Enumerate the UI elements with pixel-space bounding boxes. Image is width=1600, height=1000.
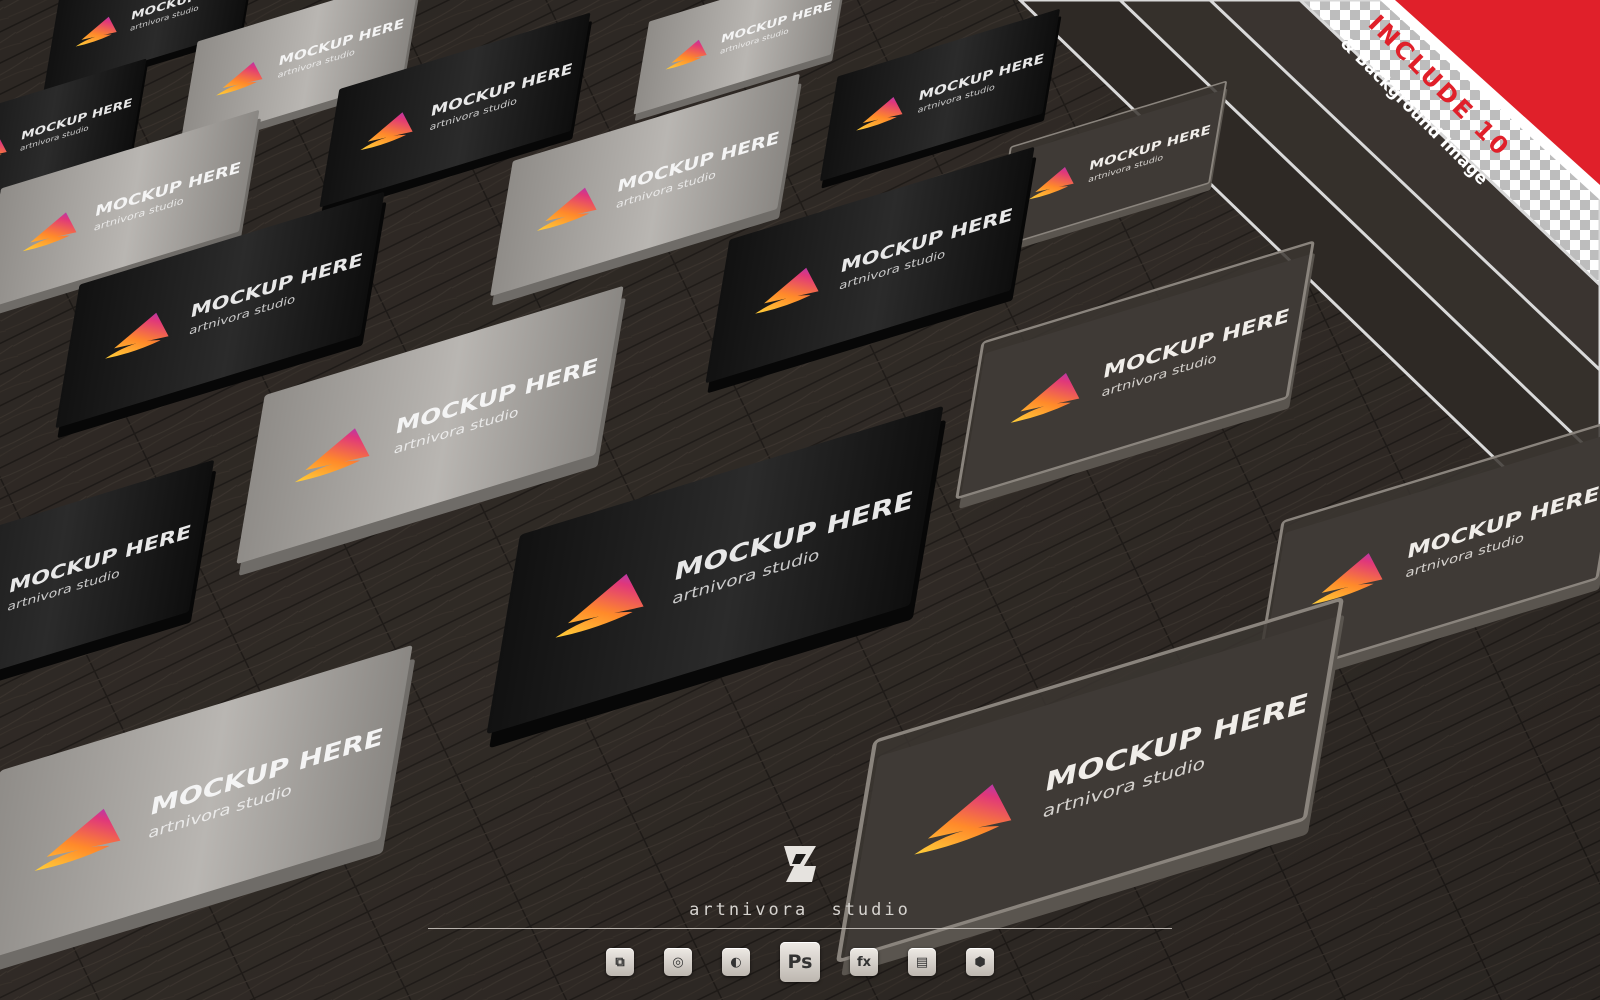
cube-3d-icon: ⬢ — [966, 948, 994, 976]
brand-divider — [428, 928, 1172, 929]
smart-object-icon: ⧉ — [606, 948, 634, 976]
brand-logo — [0, 840, 1600, 888]
effects-icon: fx — [850, 948, 878, 976]
feature-toolbar: ⧉ ◎ ◐ Ps fx ▤ ⬢ — [0, 942, 1600, 982]
adjustment-icon: ◐ — [722, 948, 750, 976]
file-icon: ▤ — [908, 948, 936, 976]
brand-logo-icon — [784, 846, 816, 882]
photoshop-icon: Ps — [780, 942, 820, 982]
brand-name: artnivora studio — [689, 900, 911, 920]
layers-icon: ◎ — [664, 948, 692, 976]
